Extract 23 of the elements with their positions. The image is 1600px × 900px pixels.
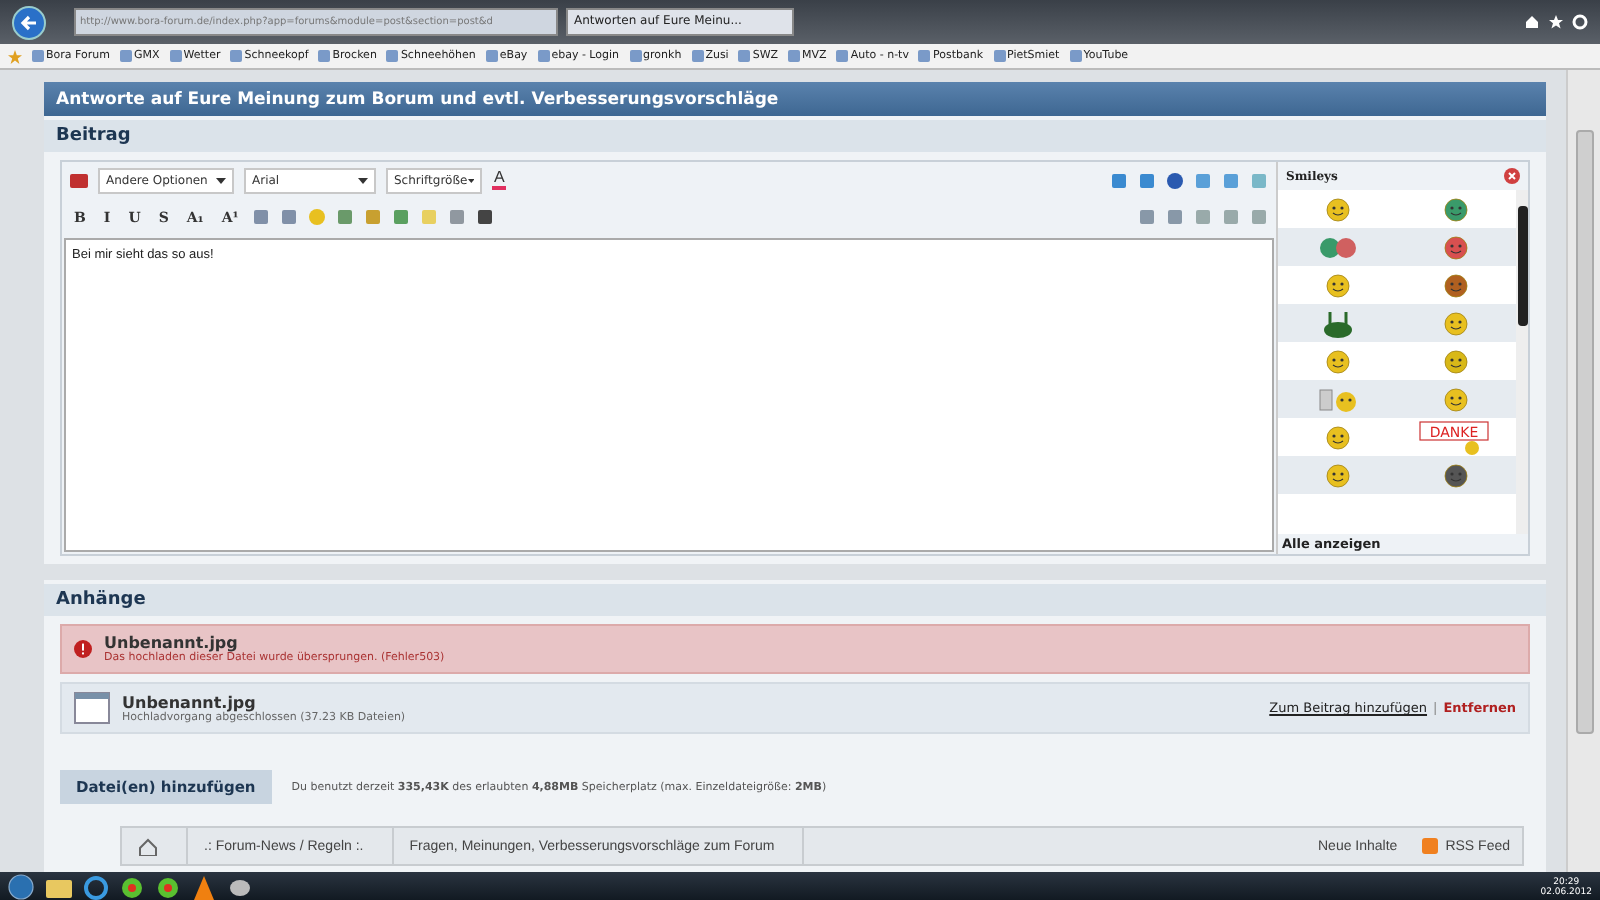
section-heading: Anhänge (44, 584, 1546, 616)
two-faces-icon[interactable] (1317, 235, 1358, 259)
caret-icon (467, 177, 474, 183)
home-icon[interactable] (138, 837, 158, 855)
disc-icon[interactable] (228, 875, 252, 899)
frog-icon[interactable] (1319, 307, 1356, 339)
error-icon (74, 640, 92, 658)
page-title: Antworte auf Eure Meinung zum Borum und evtl. Verbesserungsvorschläge (44, 82, 1546, 116)
favorites-star-icon[interactable] (8, 49, 22, 63)
star-icon[interactable] (1548, 14, 1564, 30)
close-icon[interactable] (1504, 168, 1520, 184)
caret-icon (358, 177, 368, 183)
scrollbar-thumb[interactable] (1517, 206, 1527, 326)
file-name: Unbenannt.jpg (122, 693, 256, 711)
arrow-left-icon (20, 13, 38, 31)
font-color-button[interactable]: A (492, 170, 507, 190)
scrollbar-thumb[interactable] (1575, 130, 1593, 734)
section-heading: Beitrag (44, 120, 1546, 152)
caret-icon (216, 177, 226, 183)
image-thumbnail-icon (74, 692, 110, 724)
back-button[interactable] (12, 5, 46, 39)
file-name: Unbenannt.jpg (104, 634, 238, 652)
home-icon[interactable] (1524, 14, 1540, 30)
